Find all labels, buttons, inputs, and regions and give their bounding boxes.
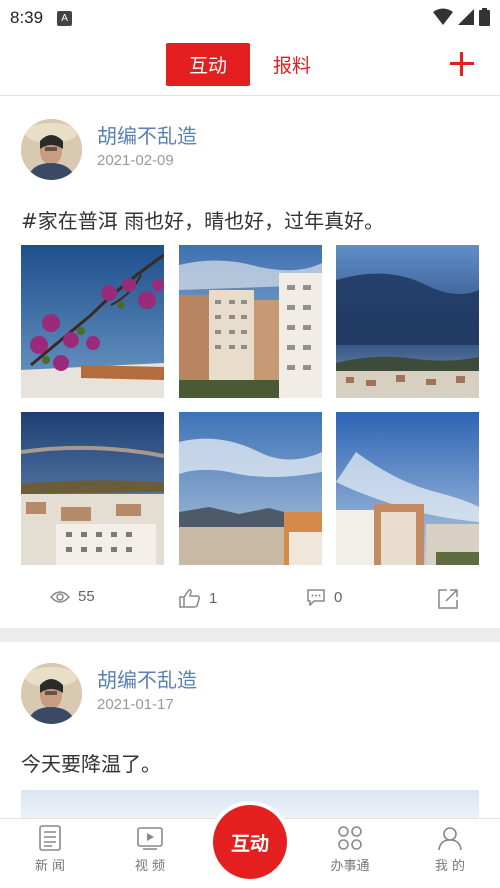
post-text: 今天要降温了。 xyxy=(21,752,161,776)
avatar[interactable] xyxy=(21,663,82,724)
app-indicator-icon: A xyxy=(57,10,73,26)
nav-video[interactable]: 视 频 xyxy=(115,825,185,874)
post-divider xyxy=(0,628,500,642)
post-card[interactable]: 胡编不乱造 2021-02-09 #家在普洱 雨也好，晴也好，过年真好。 55 … xyxy=(0,96,500,628)
interact-button[interactable]: 互动 xyxy=(213,805,287,879)
views-value: 55 xyxy=(78,588,95,605)
plus-icon[interactable] xyxy=(450,52,474,76)
thumbs-up-icon xyxy=(179,589,201,608)
nav-video-label: 视 频 xyxy=(134,859,166,874)
photo-thumbnail[interactable] xyxy=(336,245,479,398)
likes-value: 1 xyxy=(209,589,218,607)
comment-button[interactable]: 0 xyxy=(306,588,342,606)
nav-profile[interactable]: 我 的 xyxy=(415,825,485,874)
post-date: 2021-02-09 xyxy=(97,152,174,169)
post-card[interactable]: 胡编不乱造 2021-01-17 今天要降温了。 xyxy=(0,642,500,820)
share-icon xyxy=(438,589,458,609)
nav-services[interactable]: 办事通 xyxy=(315,825,385,874)
comments-value: 0 xyxy=(334,588,343,606)
avatar[interactable] xyxy=(21,119,82,180)
nav-profile-label: 我 的 xyxy=(434,859,466,874)
profile-icon xyxy=(438,827,462,851)
status-bar: 8:39 A xyxy=(0,0,500,36)
post-actions: 55 1 0 xyxy=(0,588,500,618)
tab-interact[interactable]: 互动 xyxy=(166,43,250,86)
nav-services-label: 办事通 xyxy=(330,859,370,874)
post-text: #家在普洱 雨也好，晴也好，过年真好。 xyxy=(21,209,385,233)
photo-thumbnail[interactable] xyxy=(21,412,164,565)
post-author[interactable]: 胡编不乱造 xyxy=(97,664,197,693)
wifi-icon xyxy=(433,8,453,25)
photo-thumbnail[interactable] xyxy=(179,412,322,565)
photo-thumbnail[interactable] xyxy=(179,245,322,398)
views-count: 55 xyxy=(50,588,95,605)
photo-thumbnail[interactable] xyxy=(336,412,479,565)
bottom-nav: 新 闻 视 频 互动 办事通 我 的 xyxy=(0,805,500,888)
status-icons xyxy=(433,8,490,26)
status-time: 8:39 xyxy=(10,8,44,27)
post-date: 2021-01-17 xyxy=(97,696,174,713)
comment-icon xyxy=(307,589,325,606)
eye-icon xyxy=(50,590,70,603)
like-button[interactable]: 1 xyxy=(179,588,217,608)
services-icon xyxy=(338,826,362,850)
tab-report[interactable]: 报料 xyxy=(250,43,334,86)
signal-icon xyxy=(458,9,474,25)
battery-icon xyxy=(479,8,490,26)
share-button[interactable] xyxy=(437,588,459,610)
photo-thumbnail[interactable] xyxy=(21,245,164,398)
nav-news-label: 新 闻 xyxy=(34,859,66,874)
news-icon xyxy=(39,825,61,851)
post-author[interactable]: 胡编不乱造 xyxy=(97,120,197,149)
video-icon xyxy=(137,827,163,850)
nav-news[interactable]: 新 闻 xyxy=(15,825,85,874)
top-header: 互动 报料 xyxy=(0,36,500,96)
